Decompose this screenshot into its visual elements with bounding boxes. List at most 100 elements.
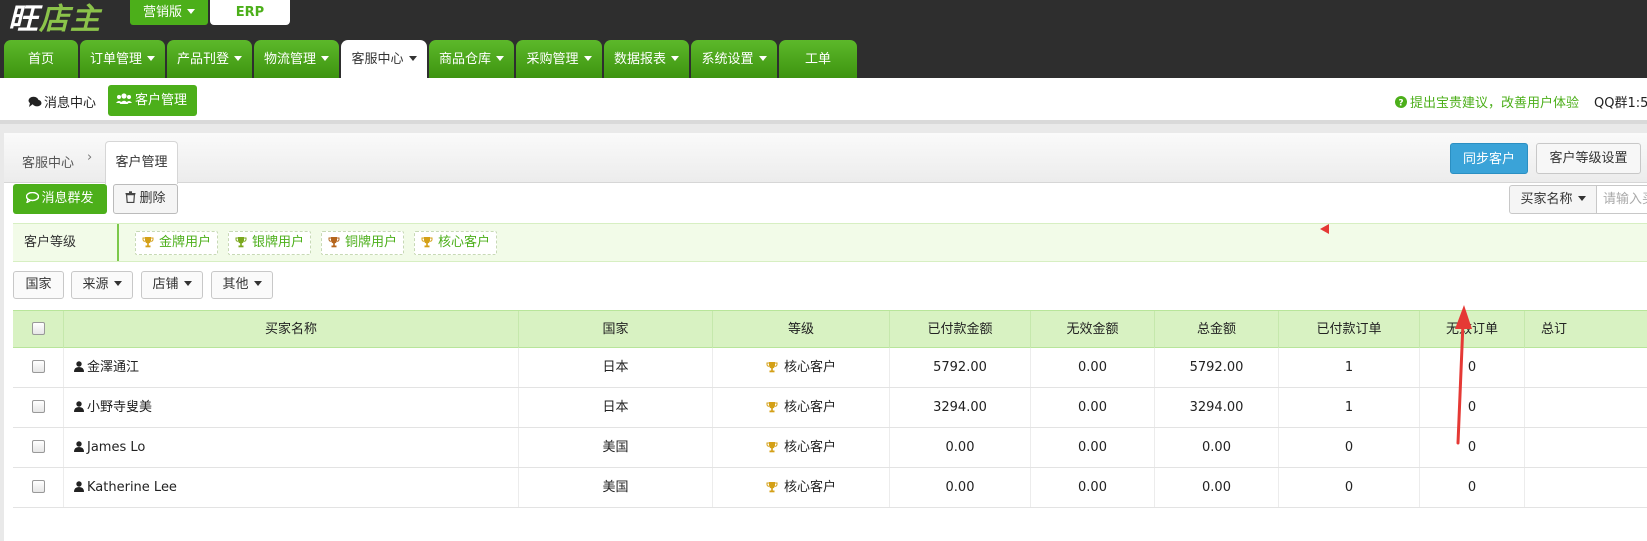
column-header[interactable]: 无效金额 xyxy=(1030,311,1154,348)
invalid-amount-cell: 0.00 xyxy=(1030,388,1154,427)
filter-label: 国家 xyxy=(25,277,52,292)
nav-tab-reports[interactable]: 数据报表 xyxy=(604,40,689,78)
search-field-select[interactable]: 买家名称 xyxy=(1509,185,1597,214)
erp-badge[interactable]: ERP xyxy=(210,0,290,25)
search-group: 买家名称 xyxy=(1509,185,1647,214)
total-amount-cell: 3294.00 xyxy=(1154,388,1278,427)
customer-management-button[interactable]: 客户管理 xyxy=(108,85,197,116)
chat-bubbles-icon xyxy=(28,96,42,107)
nav-tab-logistics[interactable]: 物流管理 xyxy=(254,40,339,78)
column-header[interactable]: 买家名称 xyxy=(63,311,518,348)
user-icon xyxy=(74,361,84,372)
nav-tab-settings[interactable]: 系统设置 xyxy=(691,40,777,78)
trophy-icon xyxy=(142,237,154,248)
search-field-label: 买家名称 xyxy=(1520,192,1573,207)
column-header[interactable]: 等级 xyxy=(712,311,889,348)
chevron-down-icon xyxy=(1577,196,1586,201)
level-chip-core[interactable]: 核心客户 xyxy=(414,231,498,255)
buyer-name: 小野寺叟美 xyxy=(87,400,153,415)
delete-button[interactable]: 删除 xyxy=(113,184,178,214)
search-input[interactable] xyxy=(1597,185,1647,214)
nav-tab-home[interactable]: 首页 xyxy=(4,40,78,78)
chevron-down-icon xyxy=(321,56,329,61)
buyer-name-cell[interactable]: James Lo xyxy=(63,428,518,467)
customer-table: 买家名称 国家 等级 已付款金额 无效金额 总金额 已付款订单 无效订单 总订 … xyxy=(13,310,1647,541)
nav-tab-purchasing[interactable]: 采购管理 xyxy=(516,40,602,78)
filter-country-button[interactable]: 国家 xyxy=(13,271,64,299)
nav-tab-label: 物流管理 xyxy=(263,52,316,67)
nav-tab-label: 工单 xyxy=(804,52,831,67)
total-amount-cell: 5792.00 xyxy=(1154,348,1278,387)
table-row[interactable]: James Lo 美国 核心客户 0.00 0.00 0.00 0 0 xyxy=(13,428,1647,468)
column-header[interactable]: 总订 xyxy=(1524,311,1647,348)
feedback-label: 提出宝贵建议，改善用户体验 xyxy=(1410,96,1580,111)
column-header[interactable]: 总金额 xyxy=(1154,311,1278,348)
paid-amount-cell: 5792.00 xyxy=(889,348,1030,387)
chevron-down-icon xyxy=(183,281,192,286)
feedback-link[interactable]: ? 提出宝贵建议，改善用户体验 xyxy=(1395,92,1579,111)
buyer-name: 金澤通江 xyxy=(87,360,140,375)
row-checkbox[interactable] xyxy=(31,480,45,493)
nav-tab-listing[interactable]: 产品刊登 xyxy=(167,40,252,78)
buyer-name-cell[interactable]: Katherine Lee xyxy=(63,468,518,507)
table-row[interactable]: Katherine Lee 美国 核心客户 0.00 0.00 0.00 0 0 xyxy=(13,468,1647,508)
sync-customers-button[interactable]: 同步客户 xyxy=(1450,143,1528,174)
level-label: 核心客户 xyxy=(783,480,836,495)
table-row[interactable]: 金澤通江 日本 核心客户 5792.00 0.00 5792.00 1 0 xyxy=(13,348,1647,388)
filter-label: 店铺 xyxy=(152,277,179,292)
message-center-link[interactable]: 消息中心 xyxy=(28,92,96,111)
nav-tab-label: 系统设置 xyxy=(701,52,754,67)
total-amount-cell: 0.00 xyxy=(1154,468,1278,507)
paid-orders-cell: 0 xyxy=(1278,428,1419,467)
app-logo[interactable]: 旺店主 xyxy=(8,0,101,38)
level-chip-silver[interactable]: 银牌用户 xyxy=(228,231,312,255)
broadcast-label: 消息群发 xyxy=(41,191,94,206)
customer-level-settings-button[interactable]: 客户等级设置 xyxy=(1536,143,1641,174)
column-header[interactable]: 国家 xyxy=(518,311,712,348)
level-chip-bronze[interactable]: 铜牌用户 xyxy=(321,231,405,255)
row-select-cell xyxy=(13,428,63,467)
country-cell: 日本 xyxy=(518,388,712,427)
table-row[interactable]: 小野寺叟美 日本 核心客户 3294.00 0.00 3294.00 1 0 xyxy=(13,388,1647,428)
select-all-checkbox[interactable] xyxy=(31,322,45,335)
user-icon xyxy=(74,401,84,412)
buyer-name-cell[interactable]: 金澤通江 xyxy=(63,348,518,387)
nav-tab-warehouse[interactable]: 商品仓库 xyxy=(429,40,514,78)
buyer-name-cell[interactable]: 小野寺叟美 xyxy=(63,388,518,427)
logo-accent-text: 店主 xyxy=(39,2,101,37)
filter-source-button[interactable]: 来源 xyxy=(71,271,133,299)
country-cell: 日本 xyxy=(518,348,712,387)
level-cell: 核心客户 xyxy=(712,388,889,427)
nav-tab-tickets[interactable]: 工单 xyxy=(779,40,857,78)
nav-tab-label: 订单管理 xyxy=(89,52,142,67)
filter-store-button[interactable]: 店铺 xyxy=(141,271,203,299)
filter-other-button[interactable]: 其他 xyxy=(211,271,273,299)
customer-management-label: 客户管理 xyxy=(135,93,188,108)
breadcrumb-home[interactable]: 客服中心 xyxy=(22,152,74,171)
select-all-cell xyxy=(13,311,63,348)
invalid-orders-cell: 0 xyxy=(1419,468,1524,507)
broadcast-message-button[interactable]: 消息群发 xyxy=(13,184,107,214)
trophy-icon xyxy=(766,402,778,413)
row-checkbox[interactable] xyxy=(31,360,45,373)
country-cell: 美国 xyxy=(518,428,712,467)
column-header[interactable]: 已付款订单 xyxy=(1278,311,1419,348)
version-selector[interactable]: 营销版 xyxy=(130,0,208,25)
table-row-partial[interactable] xyxy=(13,508,1647,541)
nav-tab-orders[interactable]: 订单管理 xyxy=(80,40,165,78)
delete-label: 删除 xyxy=(139,191,166,206)
breadcrumb-separator: › xyxy=(87,150,93,165)
chevron-down-icon xyxy=(253,281,262,286)
level-chip-gold[interactable]: 金牌用户 xyxy=(135,231,219,255)
level-cell: 核心客户 xyxy=(712,468,889,507)
row-select-cell xyxy=(13,388,63,427)
breadcrumb-current-tab[interactable]: 客户管理 xyxy=(105,141,178,184)
level-chip-label: 铜牌用户 xyxy=(345,235,398,250)
nav-tab-customer-service[interactable]: 客服中心 xyxy=(341,40,427,78)
trophy-icon xyxy=(328,237,340,248)
row-checkbox[interactable] xyxy=(31,400,45,413)
column-header[interactable]: 已付款金额 xyxy=(889,311,1030,348)
svg-text:?: ? xyxy=(1398,99,1403,109)
row-checkbox[interactable] xyxy=(31,440,45,453)
total-orders-cell xyxy=(1524,428,1647,467)
